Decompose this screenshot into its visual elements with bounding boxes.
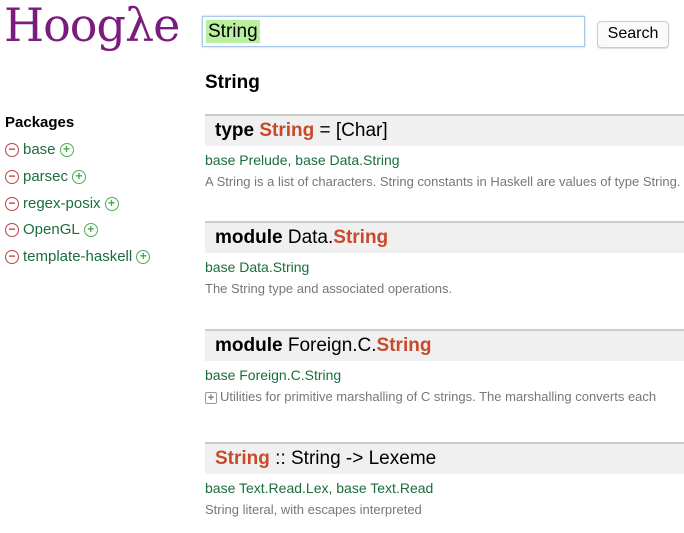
package-item: − template-haskell + [5, 248, 151, 265]
result-description: String literal, with escapes interpreted [205, 502, 684, 518]
search-button[interactable]: Search [597, 21, 669, 48]
add-package-icon[interactable]: + [59, 142, 74, 157]
result-keyword: type [215, 120, 255, 141]
page-title: String [205, 72, 260, 93]
packages-title: Packages [5, 114, 75, 131]
package-link[interactable]: template-haskell [23, 248, 132, 265]
result-description-text: A String is a list of characters. String… [205, 174, 681, 189]
result-module-prefix: Foreign.C. [287, 335, 377, 356]
result-highlight: String [215, 448, 270, 469]
result-description-text: String literal, with escapes interpreted [205, 502, 422, 517]
result-package-links[interactable]: base Foreign.C.String [205, 367, 684, 383]
result-item: module Data.String base Data.String The St… [205, 221, 684, 297]
remove-package-icon[interactable]: − [5, 196, 19, 211]
search-input-value: String [206, 20, 260, 43]
result-description: The String type and associated operation… [205, 281, 684, 297]
expand-icon[interactable]: + [205, 392, 217, 404]
package-item: − regex-posix + [5, 195, 119, 212]
result-signature[interactable]: module Data.String [205, 221, 684, 253]
package-link[interactable]: base [23, 141, 56, 158]
package-item: − parsec + [5, 168, 87, 185]
result-signature[interactable]: module Foreign.C.String [205, 329, 684, 361]
result-package-links[interactable]: base Text.Read.Lex, base Text.Read [205, 480, 684, 496]
package-link[interactable]: OpenGL [23, 221, 80, 238]
result-highlight: String [333, 227, 389, 248]
remove-package-icon[interactable]: − [5, 142, 19, 157]
package-item: − OpenGL + [5, 221, 98, 238]
result-highlight: String [259, 120, 315, 141]
result-package-links[interactable]: base Data.String [205, 259, 684, 275]
result-description: + Utilities for primitive marshalling of … [205, 389, 684, 405]
result-module-prefix: Data. [287, 227, 334, 248]
remove-package-icon[interactable]: − [5, 169, 19, 184]
result-type: :: String -> Lexeme [269, 448, 437, 469]
result-item: String :: String -> Lexemebase Text.Read… [205, 442, 684, 518]
search-input[interactable]: String [202, 16, 585, 47]
result-signature[interactable]: String :: String -> Lexeme [205, 442, 684, 474]
result-package-links[interactable]: base Prelude, base Data.String [205, 152, 684, 168]
package-link[interactable]: regex-posix [23, 195, 101, 212]
add-package-icon[interactable]: + [72, 169, 87, 184]
package-link[interactable]: parsec [23, 168, 68, 185]
add-package-icon[interactable]: + [136, 249, 151, 264]
package-item: − base + [5, 141, 74, 158]
result-type: = [Char] [314, 120, 388, 141]
result-item: type String = [Char] base Prelude, base D… [205, 114, 684, 190]
result-keyword: module [215, 227, 283, 248]
result-keyword: module [215, 335, 283, 356]
add-package-icon[interactable]: + [83, 222, 98, 237]
result-item: module Foreign.C.String base Foreign.C.St… [205, 329, 684, 405]
result-description-text: The String type and associated operation… [205, 281, 453, 296]
remove-package-icon[interactable]: − [5, 222, 19, 237]
result-description-text: Utilities for primitive marshalling of C… [220, 389, 657, 404]
remove-package-icon[interactable]: − [5, 249, 19, 264]
hoogle-logo[interactable]: Hoogλe [4, 0, 180, 52]
result-signature[interactable]: type String = [Char] [205, 114, 684, 146]
result-description: A String is a list of characters. String… [205, 174, 684, 190]
add-package-icon[interactable]: + [104, 196, 119, 211]
result-highlight: String [376, 335, 432, 356]
